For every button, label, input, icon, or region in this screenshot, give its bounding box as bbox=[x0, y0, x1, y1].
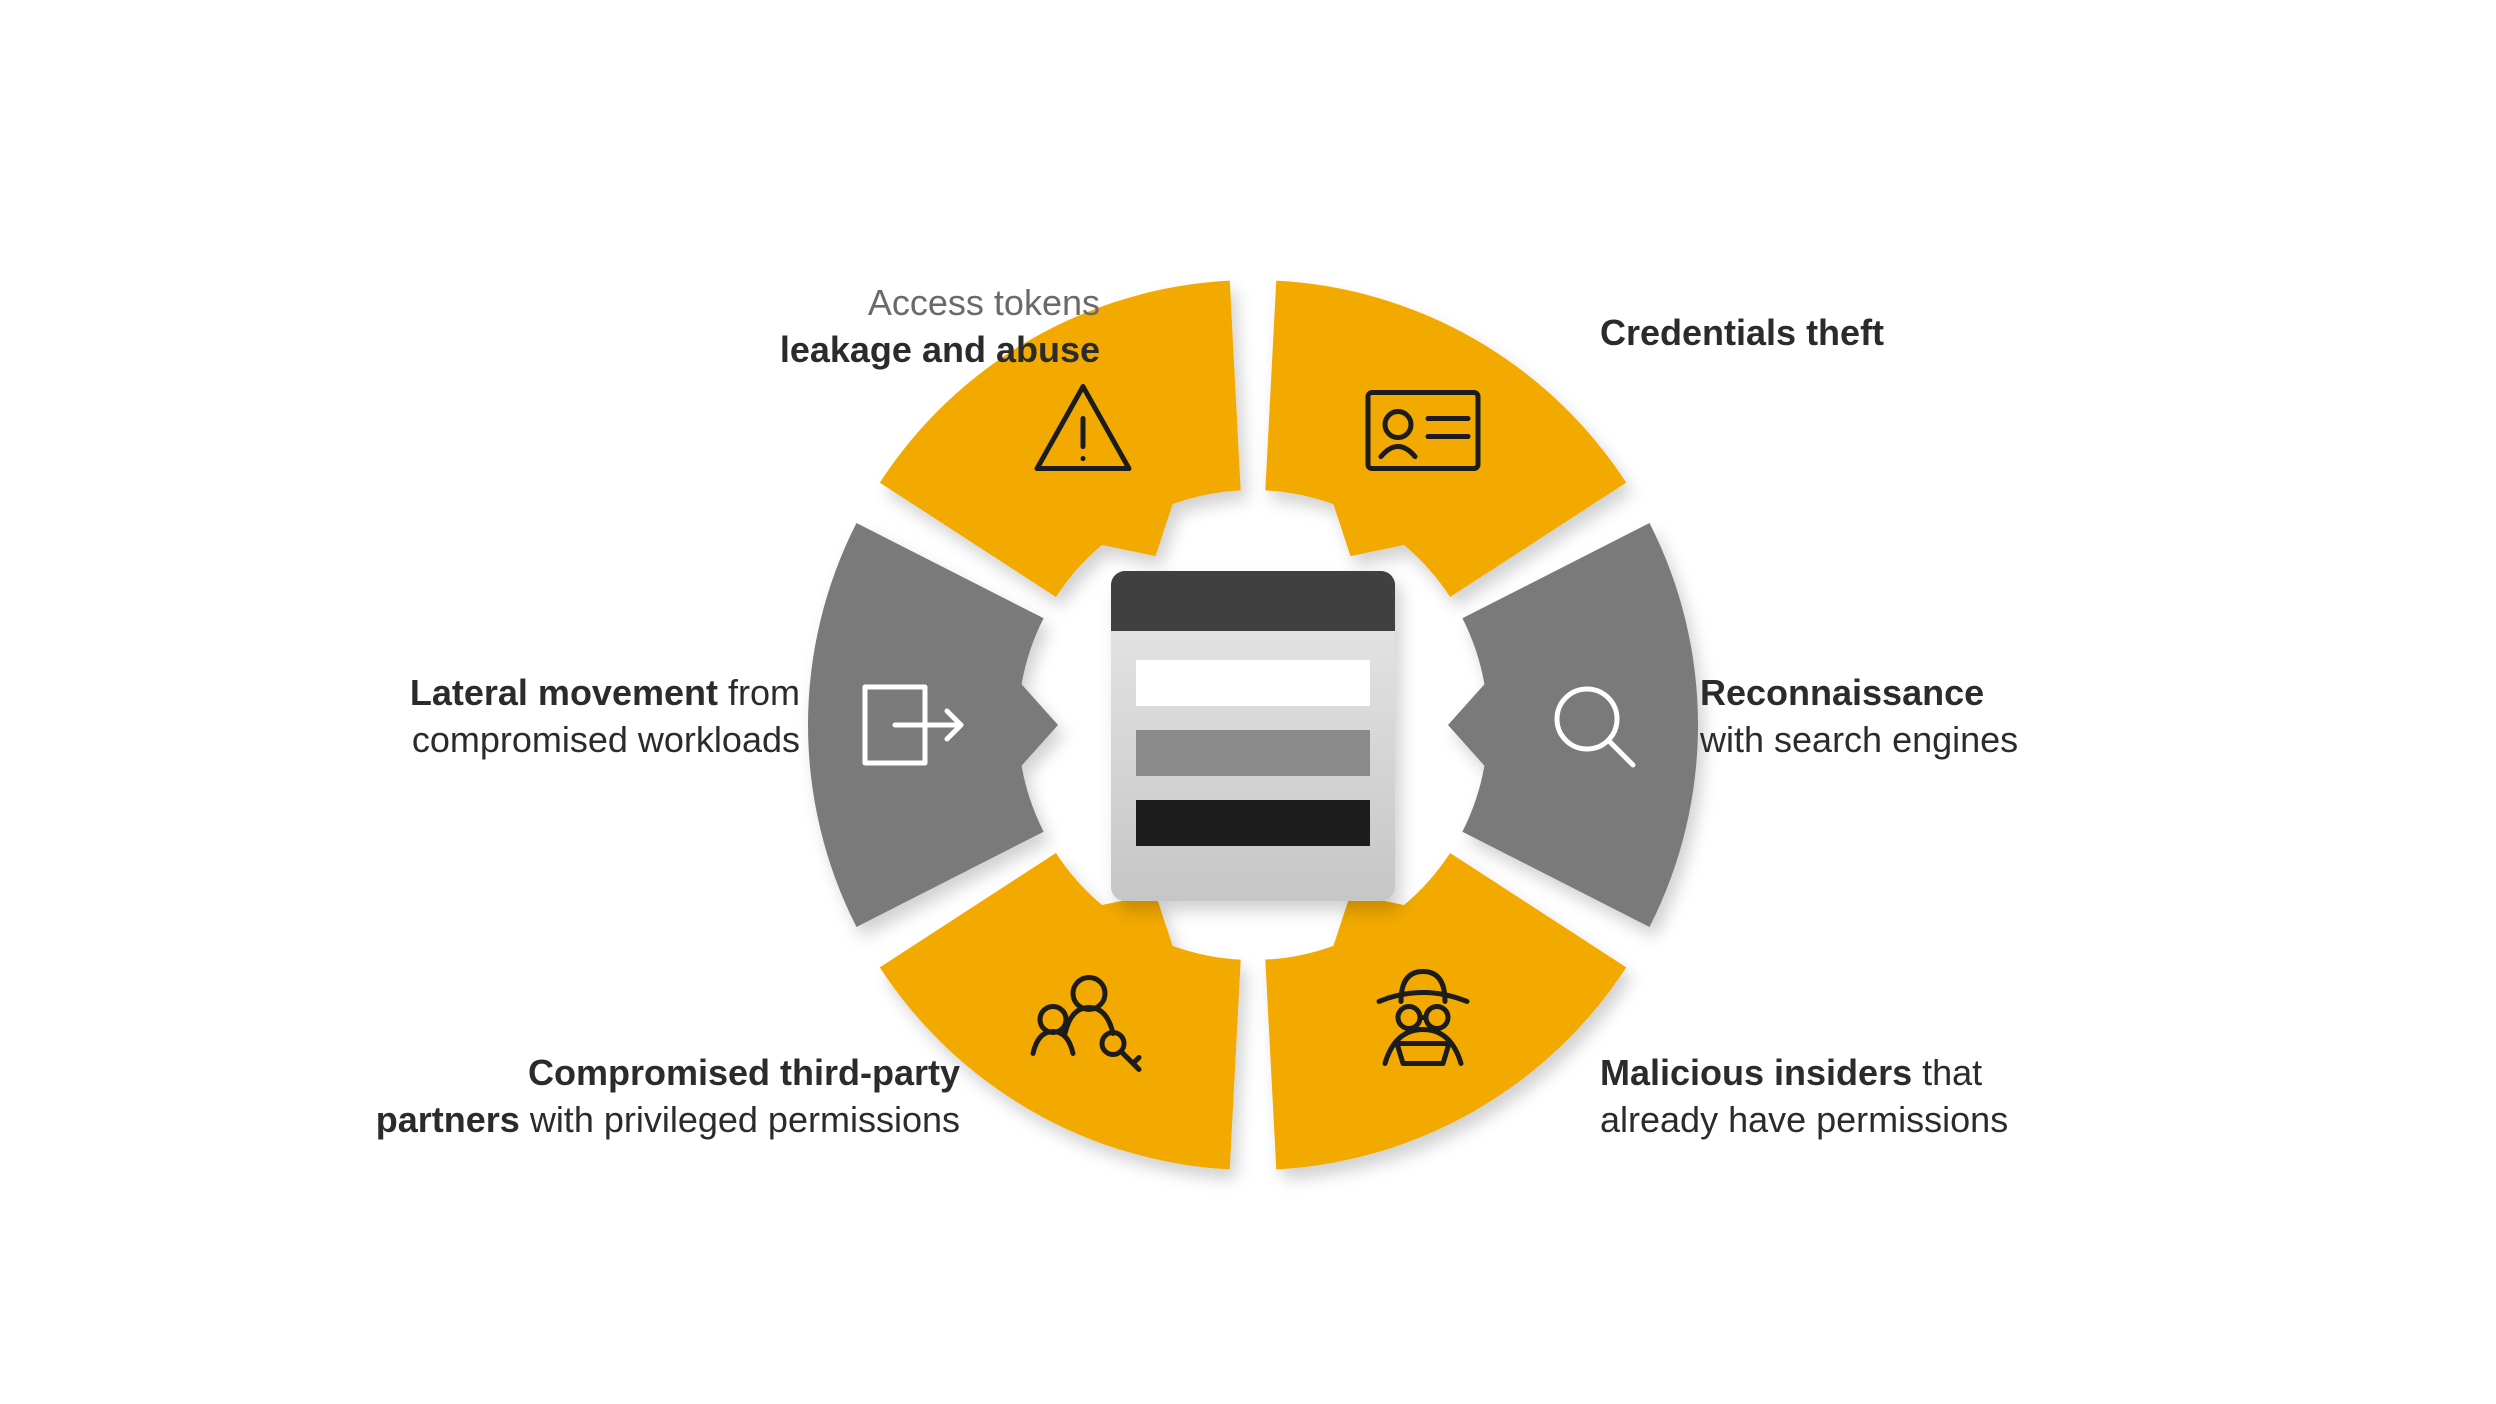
diagram-stage: Access tokens leakage and abuse Credenti… bbox=[0, 0, 2496, 1404]
label-tokens-bold: leakage and abuse bbox=[780, 329, 1100, 370]
label-lateral-rest1: from bbox=[718, 672, 800, 713]
label-lateral-bold: Lateral movement bbox=[410, 672, 718, 713]
label-thirdparty-rest: with privileged permissions bbox=[520, 1099, 960, 1140]
label-thirdparty-bold: Compromised third-party bbox=[528, 1052, 960, 1093]
label-insiders: Malicious insiders that already have per… bbox=[1600, 1050, 2120, 1144]
label-lateral: Lateral movement from compromised worklo… bbox=[260, 670, 800, 764]
label-credentials: Credentials theft bbox=[1600, 310, 2120, 357]
label-lateral-rest2: compromised workloads bbox=[412, 719, 800, 760]
label-recon-rest: with search engines bbox=[1700, 719, 2018, 760]
label-tokens: Access tokens leakage and abuse bbox=[620, 280, 1100, 374]
label-insiders-rest2: already have permissions bbox=[1600, 1099, 2008, 1140]
segment-recon bbox=[1448, 523, 1698, 927]
label-credentials-bold: Credentials theft bbox=[1600, 312, 1884, 353]
label-insiders-bold: Malicious insiders bbox=[1600, 1052, 1912, 1093]
center-panel bbox=[1111, 571, 1395, 901]
label-insiders-rest1: that bbox=[1912, 1052, 1982, 1093]
label-thirdparty: Compromised third-party partners with pr… bbox=[300, 1050, 960, 1144]
label-recon-bold: Reconnaissance bbox=[1700, 672, 1984, 713]
label-tokens-prefix: Access tokens bbox=[868, 282, 1100, 323]
label-thirdparty-bold2: partners bbox=[376, 1099, 520, 1140]
label-recon: Reconnaissance with search engines bbox=[1700, 670, 2220, 764]
